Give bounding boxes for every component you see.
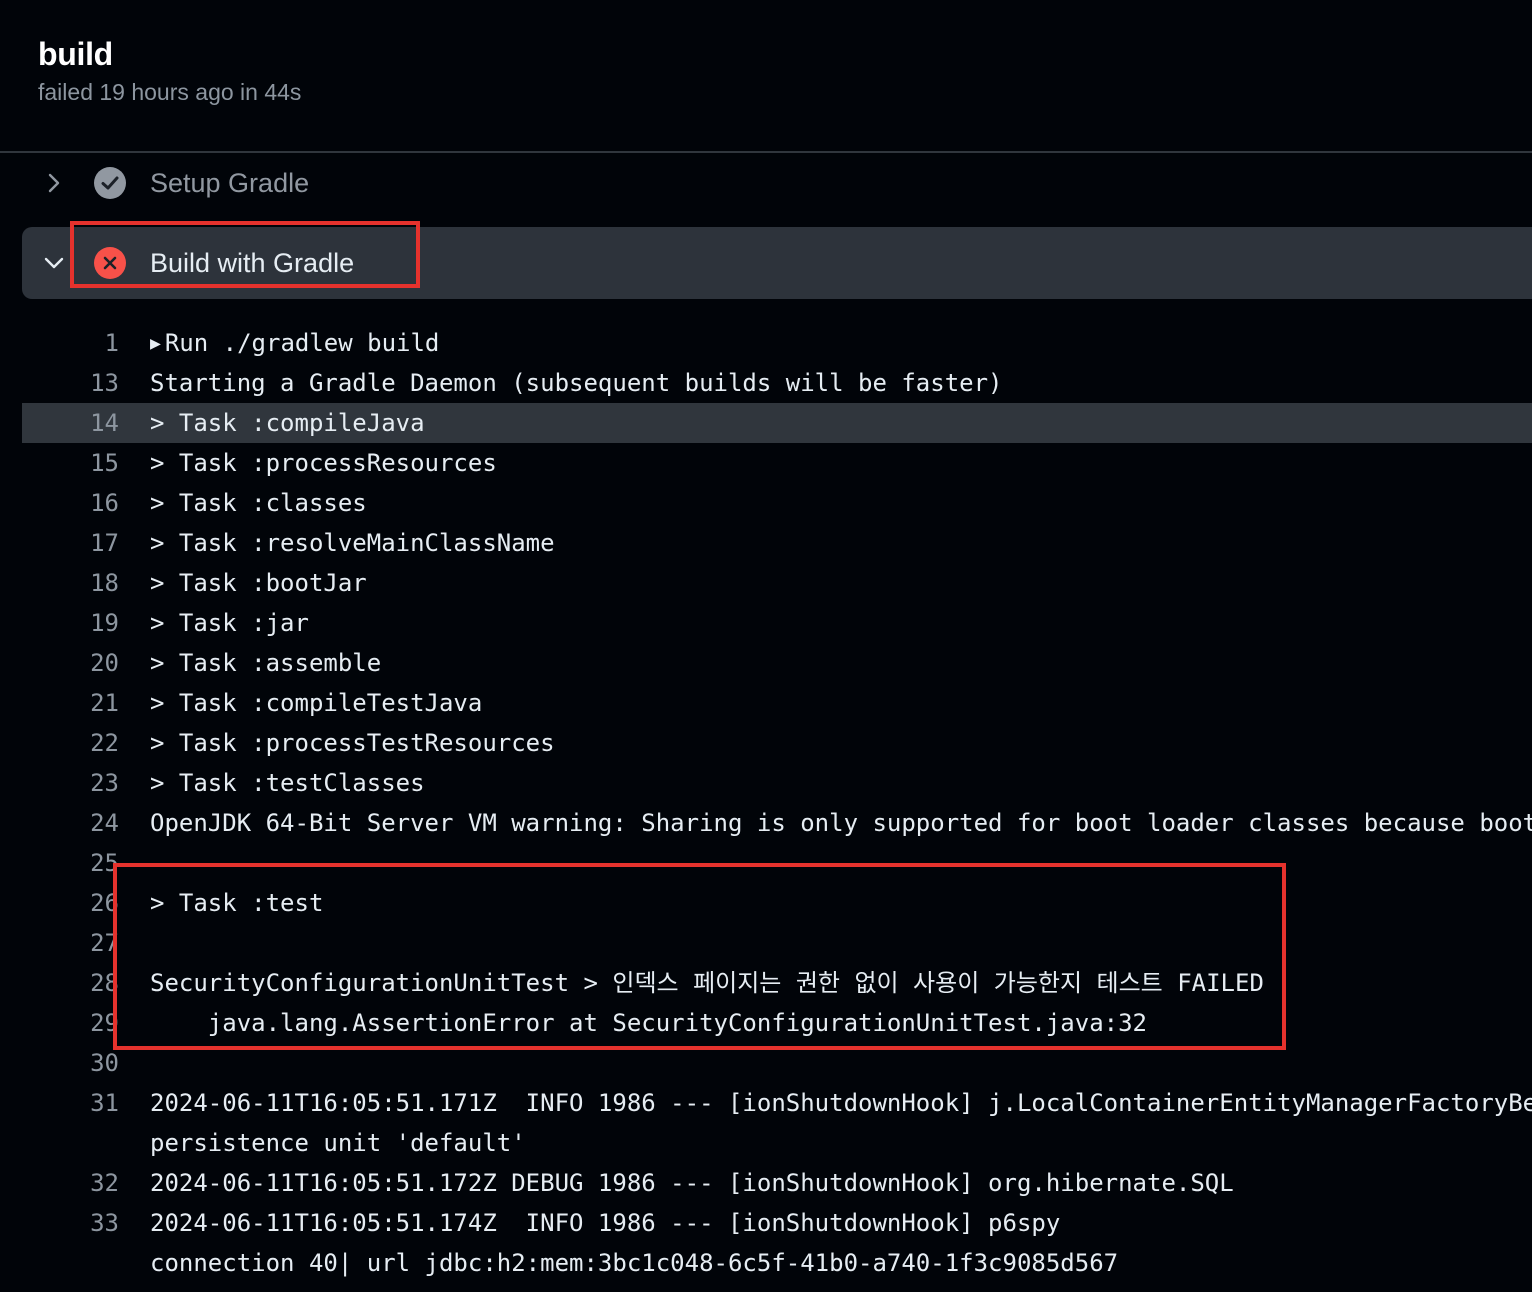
line-number[interactable]: 23 — [89, 767, 119, 799]
line-number[interactable]: 20 — [89, 647, 119, 679]
log-text: connection 40| url jdbc:h2:mem:3bc1c048-… — [150, 1249, 1119, 1277]
log-text: 2024-06-11T16:05:51.174Z INFO 1986 --- [… — [150, 1209, 1061, 1237]
log-text: java.lang.AssertionError at SecurityConf… — [150, 1009, 1147, 1037]
line-number[interactable]: 1 — [89, 327, 119, 359]
log-line[interactable]: 32 2024-06-11T16:05:51.172Z DEBUG 1986 --… — [0, 1163, 1532, 1203]
line-number[interactable]: 15 — [89, 447, 119, 479]
log-line[interactable]: 29 java.lang.AssertionError at SecurityC… — [0, 1003, 1532, 1043]
log-text: > Task :resolveMainClassName — [150, 529, 555, 557]
log-text: 2024-06-11T16:05:51.171Z INFO 1986 --- [… — [150, 1089, 1532, 1117]
line-number[interactable]: 25 — [89, 847, 119, 879]
log-text: > Task :processTestResources — [150, 729, 555, 757]
log-line[interactable]: connection 40| url jdbc:h2:mem:3bc1c048-… — [0, 1243, 1532, 1283]
log-line[interactable]: 16 > Task :classes — [0, 483, 1532, 523]
log-text: 2024-06-11T16:05:51.172Z DEBUG 1986 --- … — [150, 1169, 1234, 1197]
log-line[interactable]: 14 > Task :compileJava — [22, 403, 1532, 443]
log-line[interactable]: 17 > Task :resolveMainClassName — [0, 523, 1532, 563]
log-line[interactable]: 24 OpenJDK 64-Bit Server VM warning: Shar… — [0, 803, 1532, 843]
line-number[interactable]: 32 — [89, 1167, 119, 1199]
line-number[interactable]: 26 — [89, 887, 119, 919]
log-text-content: Run ./gradlew build — [164, 329, 440, 357]
step-name: Setup Gradle — [150, 167, 310, 198]
log-line[interactable]: 18 > Task :bootJar — [0, 563, 1532, 603]
log-text: OpenJDK 64-Bit Server VM warning: Sharin… — [150, 809, 1532, 837]
line-number[interactable]: 28 — [89, 967, 119, 999]
log-text: Starting a Gradle Daemon (subsequent bui… — [150, 369, 1003, 397]
step-log: 1 ▶ Run ./gradlew build 13 Starting a Gradle… — [0, 323, 1532, 1283]
log-line[interactable]: 23 > Task :testClasses — [0, 763, 1532, 803]
log-line[interactable]: 26 > Task :test — [0, 883, 1532, 923]
line-number[interactable]: 30 — [89, 1047, 119, 1079]
log-line[interactable]: 20 > Task :assemble — [0, 643, 1532, 683]
log-line[interactable]: 27 — [0, 923, 1532, 963]
log-line[interactable]: 13 Starting a Gradle Daemon (subsequent b… — [0, 363, 1532, 403]
log-line[interactable]: 30 — [0, 1043, 1532, 1083]
log-line[interactable]: persistence unit 'default' — [0, 1123, 1532, 1163]
check-circle-icon — [94, 167, 126, 199]
job-title: build — [38, 36, 113, 72]
line-number[interactable]: 31 — [89, 1087, 119, 1119]
log-text: > Task :compileJava — [150, 409, 425, 437]
log-text: > Task :assemble — [150, 649, 382, 677]
workflow-job-page: build failed 19 hours ago in 44s Setup G… — [0, 0, 1532, 1292]
log-line[interactable]: 22 > Task :processTestResources — [0, 723, 1532, 763]
expand-triangle-icon[interactable]: ▶ — [150, 333, 161, 354]
log-line[interactable]: 15 > Task :processResources — [0, 443, 1532, 483]
log-text: ▶ Run ./gradlew build — [150, 327, 439, 362]
log-line[interactable]: 31 2024-06-11T16:05:51.171Z INFO 1986 ---… — [0, 1083, 1532, 1123]
log-text: > Task :test — [150, 889, 324, 917]
step-name: Build with Gradle — [150, 247, 355, 278]
log-line[interactable]: 19 > Task :jar — [0, 603, 1532, 643]
line-number[interactable]: 18 — [89, 567, 119, 599]
line-number[interactable]: 29 — [89, 1007, 119, 1039]
line-number[interactable]: 21 — [89, 687, 119, 719]
log-text: > Task :bootJar — [150, 569, 367, 597]
line-number[interactable]: 16 — [89, 487, 119, 519]
log-text: > Task :processResources — [150, 449, 497, 477]
line-number[interactable]: 13 — [89, 367, 119, 399]
log-line[interactable]: 21 > Task :compileTestJava — [0, 683, 1532, 723]
line-number[interactable]: 33 — [89, 1207, 119, 1239]
line-number[interactable]: 24 — [89, 807, 119, 839]
line-number[interactable]: 22 — [89, 727, 119, 759]
job-status-meta: failed 19 hours ago in 44s — [38, 79, 302, 105]
log-text: SecurityConfigurationUnitTest > 인덱스 페이지는… — [150, 969, 1264, 997]
log-text: > Task :testClasses — [150, 769, 425, 797]
log-text: persistence unit 'default' — [150, 1129, 526, 1157]
line-number[interactable]: 14 — [89, 407, 119, 439]
log-line[interactable]: 28 SecurityConfigurationUnitTest > 인덱스 페이… — [0, 963, 1532, 1003]
log-text: > Task :classes — [150, 489, 367, 517]
step-build-with-gradle[interactable]: Build with Gradle — [22, 227, 1532, 299]
line-number[interactable]: 27 — [89, 927, 119, 959]
log-line[interactable]: 1 ▶ Run ./gradlew build — [0, 323, 1532, 363]
chevron-right-icon[interactable] — [42, 171, 66, 195]
log-line[interactable]: 33 2024-06-11T16:05:51.174Z INFO 1986 ---… — [0, 1203, 1532, 1243]
line-number[interactable]: 17 — [89, 527, 119, 559]
log-text: > Task :compileTestJava — [150, 689, 483, 717]
job-header: build failed 19 hours ago in 44s — [38, 30, 301, 108]
line-number[interactable]: 19 — [89, 607, 119, 639]
x-circle-icon — [94, 247, 126, 279]
step-setup-gradle[interactable]: Setup Gradle — [22, 147, 1532, 219]
log-text: > Task :jar — [150, 609, 309, 637]
chevron-down-icon[interactable] — [42, 251, 66, 275]
log-line[interactable]: 25 — [0, 843, 1532, 883]
